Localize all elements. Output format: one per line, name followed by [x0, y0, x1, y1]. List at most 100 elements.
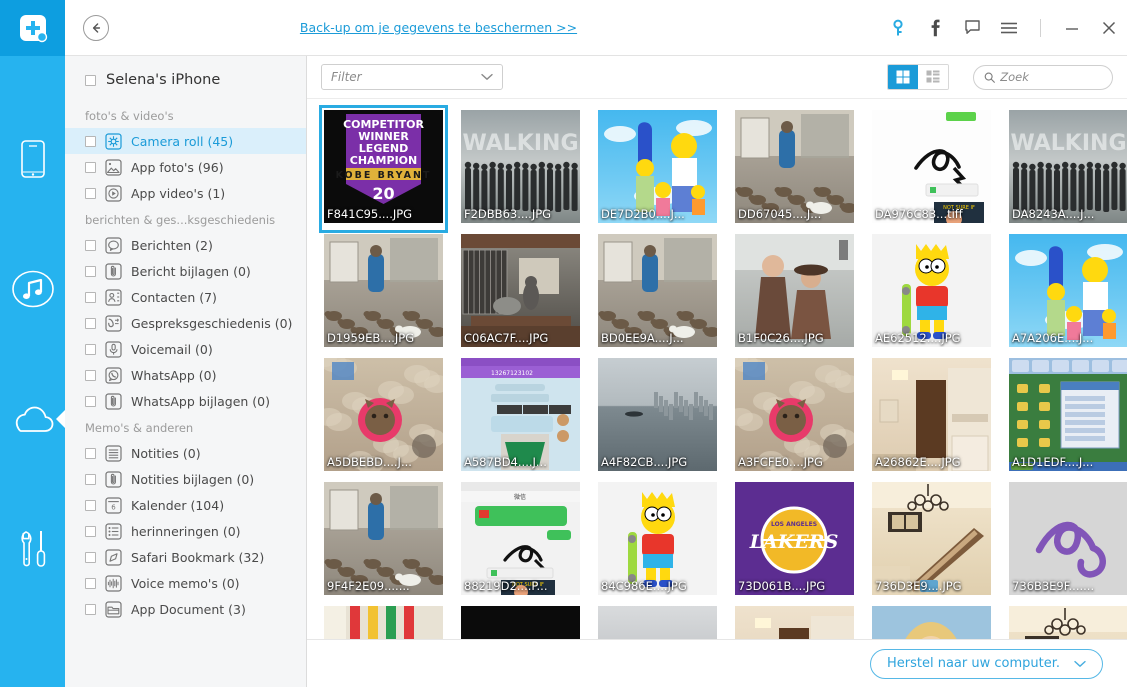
thumbnail-image: C06AC7F....JPG: [461, 234, 580, 347]
rail-item-toolbox[interactable]: [0, 484, 65, 614]
thumbnail-cell[interactable]: WALKING DA8243A....J...: [1006, 107, 1127, 231]
thumbnail-cell[interactable]: [732, 603, 857, 639]
thumbnail-cell[interactable]: DD67045....J...: [732, 107, 857, 231]
sidebar-item-checkbox[interactable]: [85, 577, 96, 589]
thumbnail-cell[interactable]: B1F0C26....JPG: [732, 231, 857, 355]
thumbnail-cell[interactable]: WALKING F2DBB63....JPG: [458, 107, 583, 231]
filter-dropdown[interactable]: Filter: [321, 64, 503, 90]
thumbnail-cell[interactable]: A4F82CB....JPG: [595, 355, 720, 479]
sidebar-item-checkbox[interactable]: [85, 161, 96, 173]
thumbnail-cell[interactable]: A5DBEBD....J...: [321, 355, 446, 479]
thumbnail-cell[interactable]: DE7D2B0....J...: [595, 107, 720, 231]
sidebar-item-app[interactable]: App video's (1): [65, 180, 306, 206]
search-box[interactable]: [973, 64, 1113, 90]
sidebar-item-herinneringen[interactable]: herinneringen (0): [65, 518, 306, 544]
search-input[interactable]: [1000, 70, 1102, 84]
thumbnail-cell[interactable]: NOT SURE IF DA976C83...tiff: [869, 107, 994, 231]
rail-item-phone[interactable]: [0, 94, 65, 224]
sidebar-item-label: herinneringen (0): [131, 523, 241, 539]
sidebar-item-app[interactable]: App Document (3): [65, 596, 306, 622]
thumbnail-cell[interactable]: 9F4F2E09.......: [321, 479, 446, 603]
sidebar-item-checkbox[interactable]: [85, 265, 96, 277]
sidebar-item-checkbox[interactable]: [85, 135, 96, 147]
sidebar-item-checkbox[interactable]: [85, 369, 96, 381]
sidebar-item-kalender[interactable]: 6 Kalender (104): [65, 492, 306, 518]
thumbnail-cell[interactable]: BD0EE9A....J...: [595, 231, 720, 355]
sidebar-item-gespreksgeschiedenis[interactable]: Gespreksgeschiedenis (0): [65, 310, 306, 336]
svg-text:LAKERS: LAKERS: [749, 531, 839, 553]
thumbnail-cell[interactable]: D1959EB....JPG: [321, 231, 446, 355]
detail-view-icon: [926, 70, 940, 83]
sidebar-item-checkbox[interactable]: [85, 473, 96, 485]
device-checkbox[interactable]: [85, 74, 96, 86]
thumbnail-scroll-area[interactable]: COMPETITOR WINNER LEGEND CHAMPION KOBE BRYAN…: [307, 98, 1127, 639]
sidebar-item-berichten[interactable]: Berichten (2): [65, 232, 306, 258]
sidebar-item-label: Contacten (7): [131, 289, 217, 305]
sidebar-item-notities[interactable]: Notities bijlagen (0): [65, 466, 306, 492]
thumbnail-image: D1959EB....JPG: [324, 234, 443, 347]
thumbnail-image: [324, 606, 443, 639]
thumbnail-cell[interactable]: 84C986E....JPG: [595, 479, 720, 603]
rail-item-music[interactable]: [0, 224, 65, 354]
sidebar-item-checkbox[interactable]: [85, 499, 96, 511]
thumbnail-cell[interactable]: COMPETITOR WINNER LEGEND CHAMPION KOBE BRYAN…: [319, 105, 448, 233]
back-button[interactable]: [83, 14, 109, 41]
sidebar-item-checkbox[interactable]: [85, 291, 96, 303]
grid-view-button[interactable]: [888, 65, 918, 89]
paperclip-icon: [105, 470, 122, 488]
sidebar-item-checkbox[interactable]: [85, 551, 96, 563]
sidebar-item-checkbox[interactable]: [85, 525, 96, 537]
sidebar-item-notities[interactable]: Notities (0): [65, 440, 306, 466]
thumbnail-cell[interactable]: A26862E....JPG: [869, 355, 994, 479]
sidebar-item-checkbox[interactable]: [85, 603, 96, 615]
thumbnail-cell[interactable]: A3FCFE0....JPG: [732, 355, 857, 479]
rail-item-cloud[interactable]: [0, 354, 65, 484]
close-icon[interactable]: [1099, 18, 1119, 38]
sidebar-item-checkbox[interactable]: [85, 239, 96, 251]
thumbnail-cell[interactable]: A7A206E....J...: [1006, 231, 1127, 355]
sidebar-item-label: WhatsApp bijlagen (0): [131, 393, 270, 409]
thumbnail-cell[interactable]: 736D3E9....JPG: [869, 479, 994, 603]
thumbnail-cell[interactable]: 736B3E9F.......: [1006, 479, 1127, 603]
sidebar-item-app[interactable]: App foto's (96): [65, 154, 306, 180]
hamburger-menu-icon[interactable]: [999, 18, 1019, 38]
sidebar-item-bericht[interactable]: Bericht bijlagen (0): [65, 258, 306, 284]
facebook-icon[interactable]: [925, 18, 945, 38]
thumbnail-cell[interactable]: [1006, 603, 1127, 639]
sidebar-item-checkbox[interactable]: [85, 187, 96, 199]
thumbnail-cell[interactable]: AE62512....JPG: [869, 231, 994, 355]
sidebar-item-label: WhatsApp (0): [131, 367, 217, 383]
key-icon[interactable]: [888, 18, 908, 38]
sidebar-item-checkbox[interactable]: [85, 447, 96, 459]
sidebar-item-camera[interactable]: Camera roll (45): [65, 128, 306, 154]
calendar-icon: 6: [105, 496, 122, 514]
grid-view-icon: [896, 70, 910, 84]
sidebar-item-whatsapp[interactable]: WhatsApp bijlagen (0): [65, 388, 306, 414]
thumbnail-cell[interactable]: [321, 603, 446, 639]
thumbnail-cell[interactable]: C06AC7F....JPG: [458, 231, 583, 355]
thumbnail-cell[interactable]: [869, 603, 994, 639]
thumbnail-cell[interactable]: [595, 603, 720, 639]
thumbnail-cell[interactable]: 微信 NOT SURE IF 88219D2....P...: [458, 479, 583, 603]
svg-text:CHAMPION: CHAMPION: [350, 154, 417, 167]
minimize-icon[interactable]: [1062, 18, 1082, 38]
sidebar-item-checkbox[interactable]: [85, 317, 96, 329]
speech-bubble-icon[interactable]: [962, 18, 982, 38]
sidebar-item-voicemail[interactable]: Voicemail (0): [65, 336, 306, 362]
phone-icon: [20, 140, 45, 178]
thumbnail-cell[interactable]: [458, 603, 583, 639]
svg-text:WALKING: WALKING: [1010, 131, 1126, 156]
restore-to-computer-button[interactable]: Herstel naar uw computer.: [869, 648, 1103, 679]
sidebar-item-checkbox[interactable]: [85, 395, 96, 407]
thumbnail-cell[interactable]: A1D1EDF....J...: [1006, 355, 1127, 479]
thumbnail-cell[interactable]: LOS ANGELES LAKERS 73D061B....JPG: [732, 479, 857, 603]
backup-promo-link[interactable]: Back-up om je gegevens te beschermen >>: [300, 20, 577, 35]
detail-view-button[interactable]: [918, 65, 948, 89]
sidebar-item-voice[interactable]: Voice memo's (0): [65, 570, 306, 596]
thumbnail-cell[interactable]: 13267123102 A587BD4....J...: [458, 355, 583, 479]
sidebar-item-contacten[interactable]: Contacten (7): [65, 284, 306, 310]
sidebar-item-safari[interactable]: Safari Bookmark (32): [65, 544, 306, 570]
sidebar-item-label: Voice memo's (0): [131, 575, 240, 591]
sidebar-item-checkbox[interactable]: [85, 343, 96, 355]
sidebar-item-whatsapp[interactable]: WhatsApp (0): [65, 362, 306, 388]
